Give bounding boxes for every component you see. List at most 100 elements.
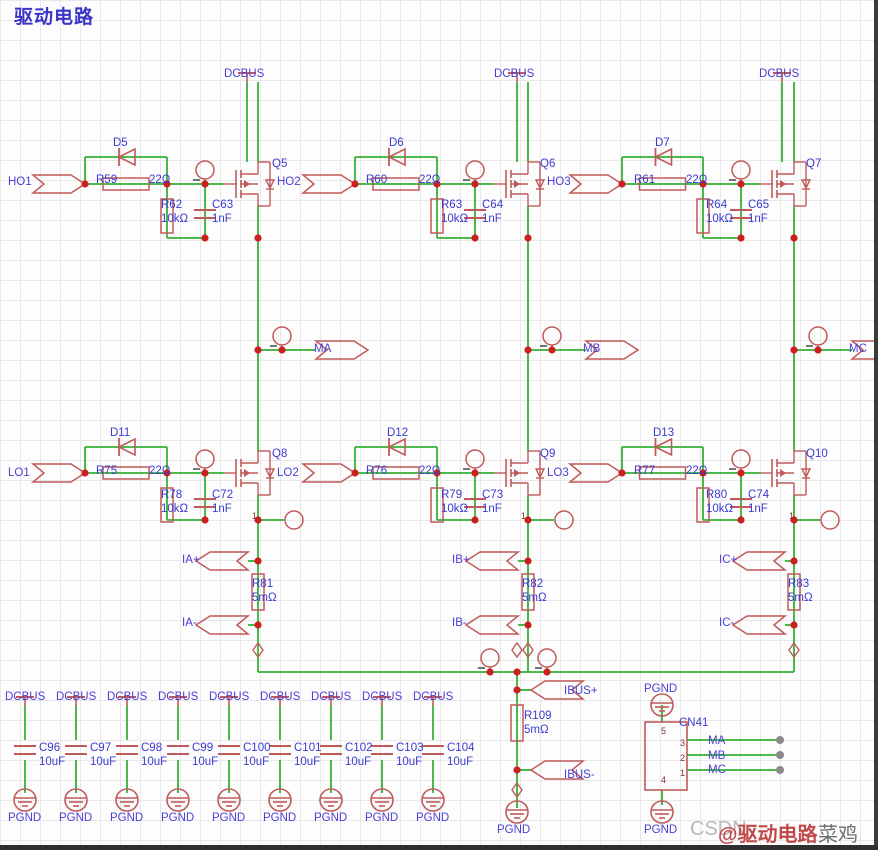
watermark-overlay-a: @驱动电路 — [718, 824, 818, 846]
port-label-mb[interactable]: MB — [583, 343, 600, 355]
net-label-pgnd-cn41-bottom: PGND — [644, 824, 678, 836]
net-label-pgnd-c101: PGND — [263, 812, 297, 824]
port-label-ho3[interactable]: HO3 — [547, 176, 571, 188]
designator-r82: R82 — [522, 578, 544, 590]
pin-number-5: 5 — [661, 726, 667, 736]
net-label-dcbus-c102: DCBUS — [311, 691, 352, 703]
designator-c99: C99 — [192, 742, 214, 754]
value-c97: 10uF — [90, 756, 117, 768]
value-r63: 10kΩ — [441, 213, 469, 225]
designator-r59: R59 — [96, 174, 118, 186]
net-label-pgnd-c97: PGND — [59, 812, 93, 824]
pin-number-3: 3 — [680, 738, 686, 748]
net-label-pgnd-c98: PGND — [110, 812, 144, 824]
value-r59: 22Ω — [149, 174, 171, 186]
designator-c102: C102 — [345, 742, 373, 754]
value-c99: 10uF — [192, 756, 219, 768]
net-label-dcbus-top-2: DCBUS — [494, 68, 535, 80]
net-label-pgnd-c102: PGND — [314, 812, 348, 824]
designator-c64: C64 — [482, 199, 504, 211]
designator-d11: D11 — [110, 427, 131, 439]
value-r64: 10kΩ — [706, 213, 734, 225]
testpoint-label-1c: 1 — [789, 511, 795, 521]
value-r80: 10kΩ — [706, 503, 734, 515]
designator-r81: R81 — [252, 578, 274, 590]
value-r79: 10kΩ — [441, 503, 469, 515]
port-label-ic-plus[interactable]: IC+ — [719, 554, 737, 566]
net-label-dcbus-c96: DCBUS — [5, 691, 46, 703]
port-label-ibus-plus[interactable]: IBUS+ — [564, 685, 598, 697]
net-label-mb-cn41: MB — [708, 750, 726, 762]
port-label-ib-plus[interactable]: IB+ — [452, 554, 470, 566]
sheet-edge-right — [874, 0, 878, 850]
port-label-ia-minus[interactable]: IA- — [182, 617, 197, 629]
designator-cn41: CN41 — [679, 717, 709, 729]
net-label-ma-cn41: MA — [708, 735, 726, 747]
port-label-lo2[interactable]: LO2 — [277, 467, 299, 479]
port-label-ic-minus[interactable]: IC- — [719, 617, 734, 629]
value-c103: 10uF — [396, 756, 423, 768]
net-label-dcbus-top-1: DCBUS — [224, 68, 265, 80]
designator-d7: D7 — [655, 137, 670, 149]
value-r81: 5mΩ — [252, 592, 277, 604]
designator-c65: C65 — [748, 199, 770, 211]
designator-r76: R76 — [366, 465, 388, 477]
designator-r75: R75 — [96, 465, 118, 477]
net-label-pgnd-c103: PGND — [365, 812, 399, 824]
port-label-ib-minus[interactable]: IB- — [452, 617, 467, 629]
testpoint-label-1a: 1 — [252, 511, 258, 521]
port-label-lo3[interactable]: LO3 — [547, 467, 569, 479]
port-label-ho1[interactable]: HO1 — [8, 176, 32, 188]
net-label-dcbus-top-3: DCBUS — [759, 68, 800, 80]
designator-c74: C74 — [748, 489, 770, 501]
value-c72: 1nF — [212, 503, 232, 515]
sheet-edge-bottom — [0, 845, 878, 850]
pin-number-2: 2 — [680, 753, 686, 763]
value-r60: 22Ω — [419, 174, 441, 186]
net-label-dcbus-c98: DCBUS — [107, 691, 148, 703]
designator-q10: Q10 — [806, 448, 828, 460]
designator-q8: Q8 — [272, 448, 288, 460]
designator-c100: C100 — [243, 742, 271, 754]
designator-q7: Q7 — [806, 158, 822, 170]
net-label-pgnd-ibus: PGND — [497, 824, 531, 836]
value-r78: 10kΩ — [161, 503, 189, 515]
value-r75: 22Ω — [149, 465, 171, 477]
designator-c103: C103 — [396, 742, 424, 754]
designator-c97: C97 — [90, 742, 112, 754]
schematic-graphics — [13, 72, 878, 824]
net-label-pgnd-c96: PGND — [8, 812, 42, 824]
port-label-ma[interactable]: MA — [314, 343, 331, 355]
schematic-sheet: 驱动电路 DCBUS DCBUS DCBUS HO1 D5 R59 22Ω R6… — [0, 0, 878, 850]
designator-d6: D6 — [389, 137, 404, 149]
value-r109: 5mΩ — [524, 724, 549, 736]
value-c101: 10uF — [294, 756, 321, 768]
net-label-pgnd-cn41-top: PGND — [644, 683, 678, 695]
net-label-mc-cn41: MC — [708, 764, 726, 776]
pin-number-1: 1 — [680, 768, 686, 778]
designator-r77: R77 — [634, 465, 656, 477]
pin-number-4: 4 — [661, 775, 667, 785]
designator-d5: D5 — [113, 137, 128, 149]
value-c96: 10uF — [39, 756, 66, 768]
designator-c104: C104 — [447, 742, 475, 754]
value-r62: 10kΩ — [161, 213, 189, 225]
value-c74: 1nF — [748, 503, 768, 515]
net-label-pgnd-c100: PGND — [212, 812, 246, 824]
designator-r61: R61 — [634, 174, 656, 186]
net-label-dcbus-c104: DCBUS — [413, 691, 454, 703]
designator-c98: C98 — [141, 742, 163, 754]
port-label-ho2[interactable]: HO2 — [277, 176, 301, 188]
port-label-ia-plus[interactable]: IA+ — [182, 554, 200, 566]
value-r77: 22Ω — [686, 465, 708, 477]
designator-r63: R63 — [441, 199, 463, 211]
watermark-overlay-b: 菜鸡 — [818, 824, 858, 846]
designator-r64: R64 — [706, 199, 728, 211]
net-label-dcbus-c100: DCBUS — [209, 691, 250, 703]
value-r83: 5mΩ — [788, 592, 813, 604]
port-label-ibus-minus[interactable]: IBUS- — [564, 769, 595, 781]
port-label-mc[interactable]: MC — [849, 343, 867, 355]
value-c73: 1nF — [482, 503, 502, 515]
designator-r60: R60 — [366, 174, 388, 186]
port-label-lo1[interactable]: LO1 — [8, 467, 30, 479]
